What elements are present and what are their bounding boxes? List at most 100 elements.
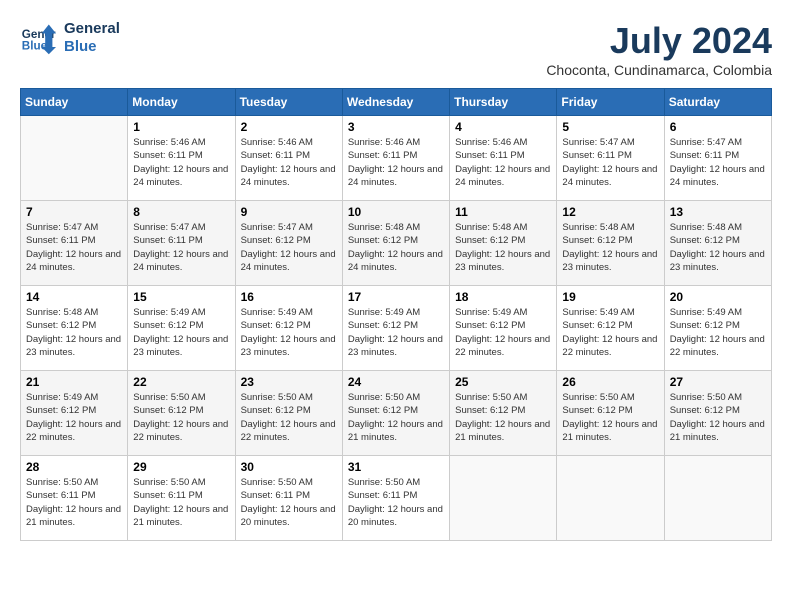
day-cell: 13Sunrise: 5:48 AMSunset: 6:12 PMDayligh… — [664, 201, 771, 286]
week-row-1: 1 Sunrise: 5:46 AMSunset: 6:11 PMDaylight… — [21, 116, 772, 201]
day-number: 22 — [133, 375, 229, 389]
day-cell: 12Sunrise: 5:48 AMSunset: 6:12 PMDayligh… — [557, 201, 664, 286]
day-cell: 8Sunrise: 5:47 AMSunset: 6:11 PMDaylight… — [128, 201, 235, 286]
location: Choconta, Cundinamarca, Colombia — [546, 62, 772, 78]
day-cell — [557, 456, 664, 541]
day-info: Sunrise: 5:47 AMSunset: 6:11 PMDaylight:… — [670, 136, 766, 189]
day-number: 25 — [455, 375, 551, 389]
title-block: July 2024 Choconta, Cundinamarca, Colomb… — [546, 20, 772, 78]
day-number: 30 — [241, 460, 337, 474]
day-number: 28 — [26, 460, 122, 474]
day-cell: 11Sunrise: 5:48 AMSunset: 6:12 PMDayligh… — [450, 201, 557, 286]
day-info: Sunrise: 5:46 AMSunset: 6:11 PMDaylight:… — [241, 136, 337, 189]
day-number: 17 — [348, 290, 444, 304]
logo-line2: Blue — [64, 38, 120, 56]
day-number: 14 — [26, 290, 122, 304]
day-cell: 16 Sunrise: 5:49 AMSunset: 6:12 PMDayligh… — [235, 286, 342, 371]
day-info: Sunrise: 5:50 AMSunset: 6:12 PMDaylight:… — [133, 391, 229, 444]
day-info: Sunrise: 5:46 AMSunset: 6:11 PMDaylight:… — [133, 136, 229, 189]
header-saturday: Saturday — [664, 89, 771, 116]
day-info: Sunrise: 5:48 AMSunset: 6:12 PMDaylight:… — [348, 221, 444, 274]
day-cell — [450, 456, 557, 541]
day-info: Sunrise: 5:50 AMSunset: 6:12 PMDaylight:… — [348, 391, 444, 444]
day-cell: 31 Sunrise: 5:50 AMSunset: 6:11 PMDayligh… — [342, 456, 449, 541]
day-cell: 15 Sunrise: 5:49 AMSunset: 6:12 PMDayligh… — [128, 286, 235, 371]
day-number: 23 — [241, 375, 337, 389]
header-thursday: Thursday — [450, 89, 557, 116]
header-friday: Friday — [557, 89, 664, 116]
month-year: July 2024 — [546, 20, 772, 62]
logo-line1: General — [64, 20, 120, 38]
day-info: Sunrise: 5:47 AMSunset: 6:11 PMDaylight:… — [26, 221, 122, 274]
day-info: Sunrise: 5:48 AMSunset: 6:12 PMDaylight:… — [26, 306, 122, 359]
day-info: Sunrise: 5:49 AMSunset: 6:12 PMDaylight:… — [241, 306, 337, 359]
day-info: Sunrise: 5:46 AMSunset: 6:11 PMDaylight:… — [455, 136, 551, 189]
day-cell: 27Sunrise: 5:50 AMSunset: 6:12 PMDayligh… — [664, 371, 771, 456]
day-cell: 3 Sunrise: 5:46 AMSunset: 6:11 PMDaylight… — [342, 116, 449, 201]
day-number: 5 — [562, 120, 658, 134]
calendar-header-row: SundayMondayTuesdayWednesdayThursdayFrid… — [21, 89, 772, 116]
week-row-4: 21 Sunrise: 5:49 AMSunset: 6:12 PMDayligh… — [21, 371, 772, 456]
day-cell: 1 Sunrise: 5:46 AMSunset: 6:11 PMDaylight… — [128, 116, 235, 201]
day-info: Sunrise: 5:49 AMSunset: 6:12 PMDaylight:… — [26, 391, 122, 444]
day-number: 24 — [348, 375, 444, 389]
day-number: 8 — [133, 205, 229, 219]
day-cell: 23Sunrise: 5:50 AMSunset: 6:12 PMDayligh… — [235, 371, 342, 456]
day-cell: 10 Sunrise: 5:48 AMSunset: 6:12 PMDayligh… — [342, 201, 449, 286]
day-cell: 28 Sunrise: 5:50 AMSunset: 6:11 PMDayligh… — [21, 456, 128, 541]
day-cell: 2Sunrise: 5:46 AMSunset: 6:11 PMDaylight… — [235, 116, 342, 201]
day-number: 12 — [562, 205, 658, 219]
day-number: 21 — [26, 375, 122, 389]
header-tuesday: Tuesday — [235, 89, 342, 116]
day-info: Sunrise: 5:49 AMSunset: 6:12 PMDaylight:… — [670, 306, 766, 359]
day-cell: 25 Sunrise: 5:50 AMSunset: 6:12 PMDayligh… — [450, 371, 557, 456]
day-number: 29 — [133, 460, 229, 474]
day-info: Sunrise: 5:50 AMSunset: 6:11 PMDaylight:… — [348, 476, 444, 529]
day-number: 20 — [670, 290, 766, 304]
day-info: Sunrise: 5:49 AMSunset: 6:12 PMDaylight:… — [348, 306, 444, 359]
day-info: Sunrise: 5:49 AMSunset: 6:12 PMDaylight:… — [455, 306, 551, 359]
day-cell: 5 Sunrise: 5:47 AMSunset: 6:11 PMDaylight… — [557, 116, 664, 201]
day-number: 10 — [348, 205, 444, 219]
day-info: Sunrise: 5:49 AMSunset: 6:12 PMDaylight:… — [562, 306, 658, 359]
week-row-2: 7 Sunrise: 5:47 AMSunset: 6:11 PMDaylight… — [21, 201, 772, 286]
day-number: 9 — [241, 205, 337, 219]
day-number: 15 — [133, 290, 229, 304]
day-cell: 18 Sunrise: 5:49 AMSunset: 6:12 PMDayligh… — [450, 286, 557, 371]
day-cell: 17 Sunrise: 5:49 AMSunset: 6:12 PMDayligh… — [342, 286, 449, 371]
week-row-3: 14 Sunrise: 5:48 AMSunset: 6:12 PMDayligh… — [21, 286, 772, 371]
logo-icon: General Blue — [20, 20, 56, 56]
day-cell: 7 Sunrise: 5:47 AMSunset: 6:11 PMDaylight… — [21, 201, 128, 286]
header-sunday: Sunday — [21, 89, 128, 116]
day-number: 3 — [348, 120, 444, 134]
day-info: Sunrise: 5:50 AMSunset: 6:11 PMDaylight:… — [133, 476, 229, 529]
day-number: 1 — [133, 120, 229, 134]
day-cell: 14 Sunrise: 5:48 AMSunset: 6:12 PMDayligh… — [21, 286, 128, 371]
day-info: Sunrise: 5:50 AMSunset: 6:11 PMDaylight:… — [26, 476, 122, 529]
day-cell: 26 Sunrise: 5:50 AMSunset: 6:12 PMDayligh… — [557, 371, 664, 456]
day-cell: 30Sunrise: 5:50 AMSunset: 6:11 PMDayligh… — [235, 456, 342, 541]
day-info: Sunrise: 5:48 AMSunset: 6:12 PMDaylight:… — [670, 221, 766, 274]
day-cell — [664, 456, 771, 541]
day-info: Sunrise: 5:50 AMSunset: 6:12 PMDaylight:… — [562, 391, 658, 444]
day-number: 31 — [348, 460, 444, 474]
day-cell — [21, 116, 128, 201]
svg-text:Blue: Blue — [22, 40, 48, 53]
day-info: Sunrise: 5:47 AMSunset: 6:11 PMDaylight:… — [562, 136, 658, 189]
day-number: 26 — [562, 375, 658, 389]
header-wednesday: Wednesday — [342, 89, 449, 116]
day-number: 16 — [241, 290, 337, 304]
day-info: Sunrise: 5:49 AMSunset: 6:12 PMDaylight:… — [133, 306, 229, 359]
day-info: Sunrise: 5:50 AMSunset: 6:12 PMDaylight:… — [455, 391, 551, 444]
day-number: 18 — [455, 290, 551, 304]
week-row-5: 28 Sunrise: 5:50 AMSunset: 6:11 PMDayligh… — [21, 456, 772, 541]
day-number: 6 — [670, 120, 766, 134]
calendar-table: SundayMondayTuesdayWednesdayThursdayFrid… — [20, 88, 772, 541]
day-number: 4 — [455, 120, 551, 134]
day-cell: 6 Sunrise: 5:47 AMSunset: 6:11 PMDaylight… — [664, 116, 771, 201]
day-number: 11 — [455, 205, 551, 219]
day-cell: 9Sunrise: 5:47 AMSunset: 6:12 PMDaylight… — [235, 201, 342, 286]
page-header: General Blue General Blue July 2024 Choc… — [20, 20, 772, 78]
day-info: Sunrise: 5:46 AMSunset: 6:11 PMDaylight:… — [348, 136, 444, 189]
day-number: 7 — [26, 205, 122, 219]
